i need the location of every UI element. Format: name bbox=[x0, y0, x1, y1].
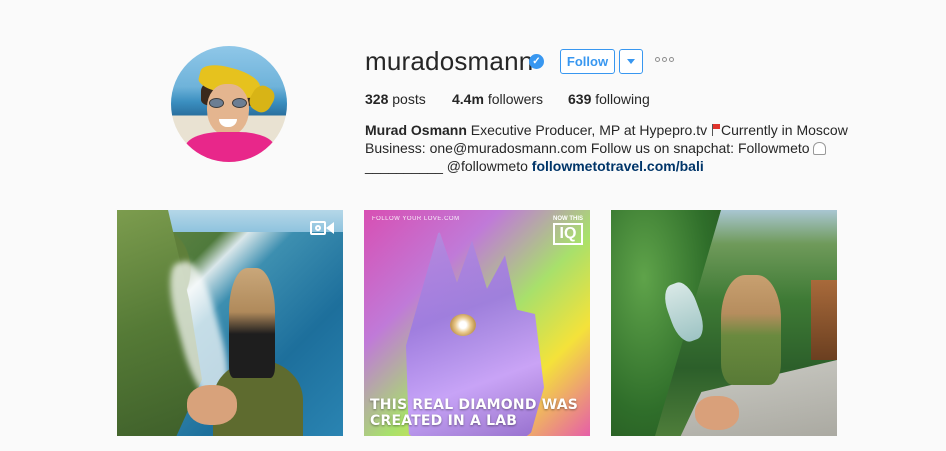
nowthis-logo: NOW THIS IQ bbox=[553, 216, 583, 245]
bio-underline: __________ bbox=[365, 158, 447, 174]
followers-label: followers bbox=[487, 91, 544, 107]
following-label: following bbox=[595, 91, 650, 107]
post-thumbnail-3[interactable] bbox=[611, 210, 837, 436]
profile-avatar bbox=[171, 46, 287, 162]
bio-line-2: Business: one@muradosmann.com Follow us … bbox=[365, 139, 848, 157]
post-caption-overlay: This real diamond was created in a lab bbox=[370, 397, 579, 429]
following-count: 639 bbox=[568, 91, 592, 107]
post-source-tag: FOLLOW YOUR LOVE.COM bbox=[372, 216, 460, 222]
post-thumbnail-2[interactable]: FOLLOW YOUR LOVE.COM NOW THIS IQ This re… bbox=[364, 210, 590, 436]
more-options-icon[interactable] bbox=[655, 57, 674, 62]
posts-stat: 328 posts bbox=[365, 91, 426, 107]
full-name: Murad Osmann bbox=[365, 122, 467, 138]
followers-stat[interactable]: 4.4m followers bbox=[452, 91, 543, 107]
website-link[interactable]: followmetotravel.com/bali bbox=[532, 158, 704, 174]
profile-bio: Murad Osmann Executive Producer, MP at H… bbox=[365, 121, 848, 175]
bio-description: Executive Producer, MP at Hypepro.tv bbox=[466, 122, 711, 138]
bio-location: Currently in Moscow bbox=[720, 122, 848, 138]
followers-count: 4.4m bbox=[452, 91, 484, 107]
follow-button[interactable]: Follow bbox=[560, 49, 615, 74]
posts-count: 328 bbox=[365, 91, 389, 107]
chevron-down-icon bbox=[627, 59, 635, 64]
verified-badge-icon: ✓ bbox=[529, 54, 544, 69]
following-stat[interactable]: 639 following bbox=[568, 91, 650, 107]
posts-label: posts bbox=[392, 91, 426, 107]
bio-line-1: Murad Osmann Executive Producer, MP at H… bbox=[365, 121, 848, 139]
video-camera-icon bbox=[310, 220, 334, 236]
page-bottom-edge bbox=[0, 436, 946, 451]
bio-contact: Business: one@muradosmann.com Follow us … bbox=[365, 140, 810, 156]
follow-dropdown-button[interactable] bbox=[619, 49, 643, 74]
profile-username: muradosmann bbox=[365, 46, 534, 76]
bio-line-3: __________ @followmeto followmetotravel.… bbox=[365, 157, 848, 175]
ghost-icon bbox=[812, 142, 826, 155]
post-thumbnail-1[interactable] bbox=[117, 210, 343, 436]
mention-link[interactable]: @followmeto bbox=[447, 158, 528, 174]
red-flag-icon bbox=[711, 124, 720, 136]
